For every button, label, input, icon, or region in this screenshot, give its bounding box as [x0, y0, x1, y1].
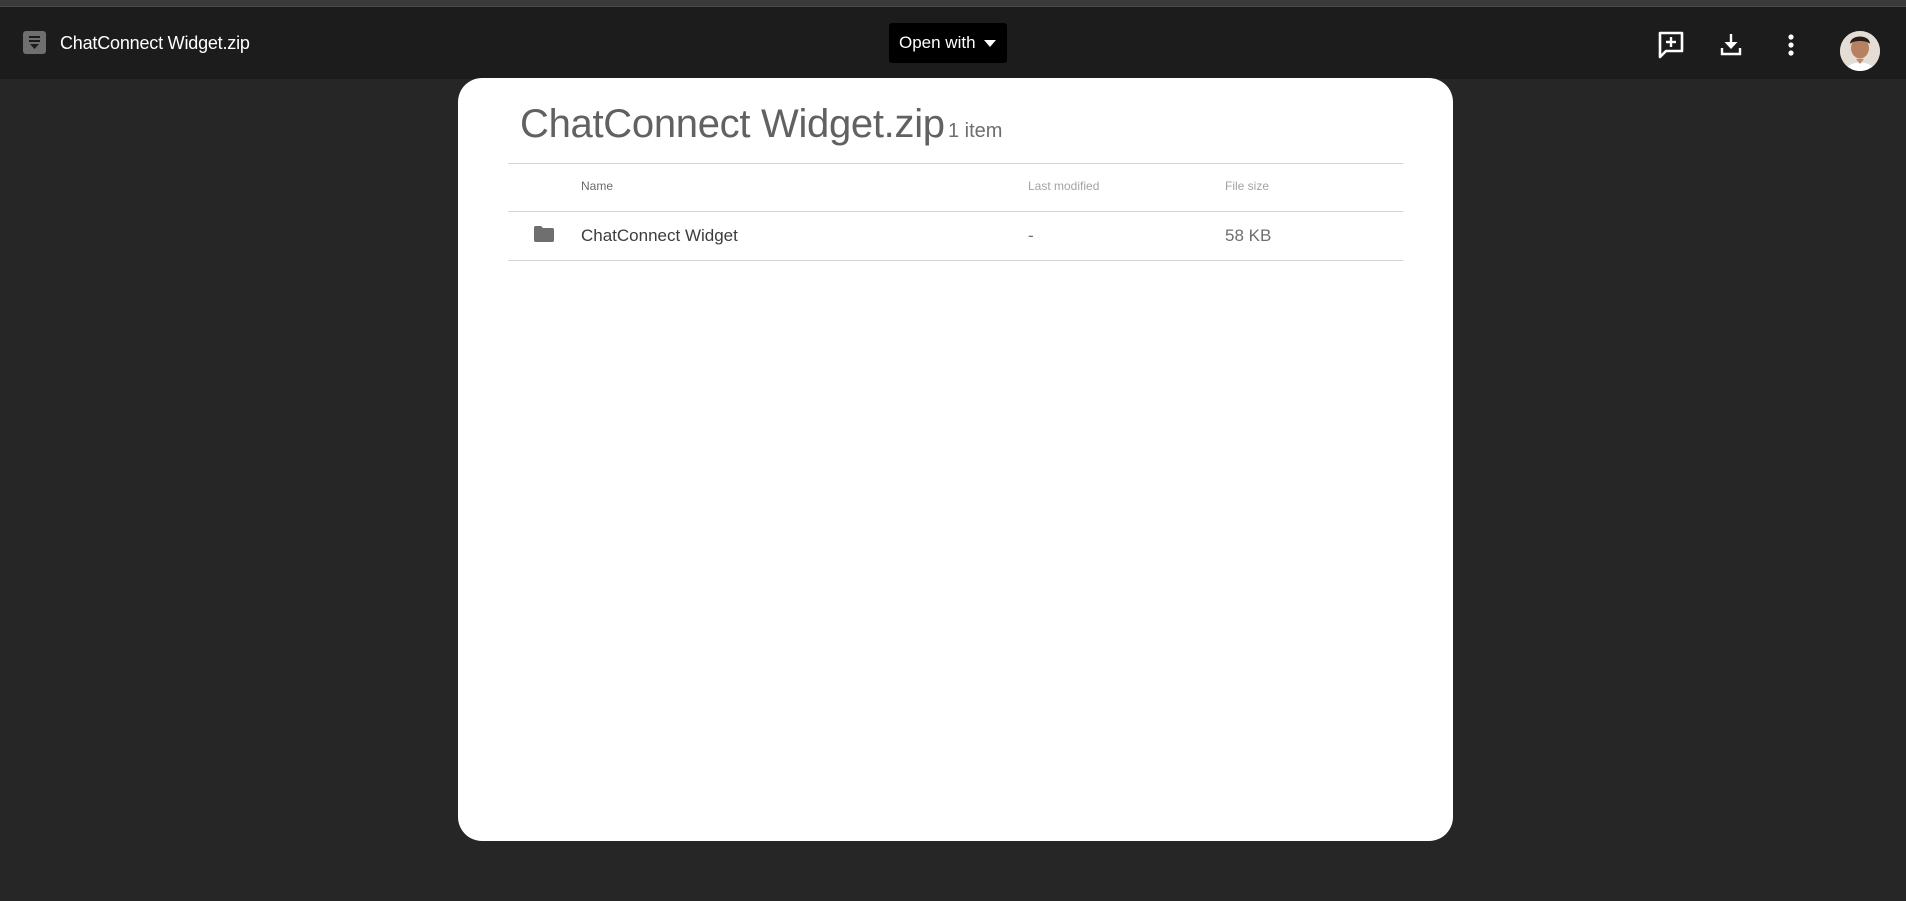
- download-button[interactable]: [1715, 29, 1747, 61]
- row-file-size: 58 KB: [1225, 226, 1272, 245]
- more-vert-icon: [1788, 34, 1794, 56]
- open-with-button[interactable]: Open with: [889, 23, 1007, 63]
- row-name: ChatConnect Widget: [581, 226, 738, 245]
- file-title: ChatConnect Widget.zip: [60, 33, 250, 53]
- header-divider: [508, 163, 1403, 164]
- zip-file-icon: [23, 31, 46, 54]
- top-app-bar: ChatConnect Widget.zip Open with: [0, 7, 1906, 79]
- item-count: 1 item: [948, 120, 1003, 142]
- add-comment-button[interactable]: [1655, 29, 1687, 61]
- add-comment-icon: [1658, 31, 1684, 59]
- row-divider: [508, 260, 1403, 261]
- row-last-modified: -: [1028, 226, 1034, 245]
- archive-title: ChatConnect Widget.zip: [520, 102, 945, 146]
- column-header-name[interactable]: Name: [581, 179, 613, 193]
- more-options-button[interactable]: [1775, 29, 1807, 61]
- table-row[interactable]: ChatConnect Widget - 58 KB: [508, 212, 1403, 260]
- open-with-label: Open with: [899, 33, 976, 52]
- folder-icon: [534, 226, 554, 242]
- user-avatar[interactable]: [1840, 31, 1880, 71]
- window-top-edge: [0, 0, 1906, 7]
- column-header-file-size[interactable]: File size: [1225, 179, 1269, 193]
- archive-preview-card: ChatConnect Widget.zip 1 item Name Last …: [458, 78, 1453, 841]
- caret-down-icon: [984, 40, 996, 47]
- column-header-last-modified[interactable]: Last modified: [1028, 179, 1099, 193]
- download-icon: [1720, 34, 1742, 56]
